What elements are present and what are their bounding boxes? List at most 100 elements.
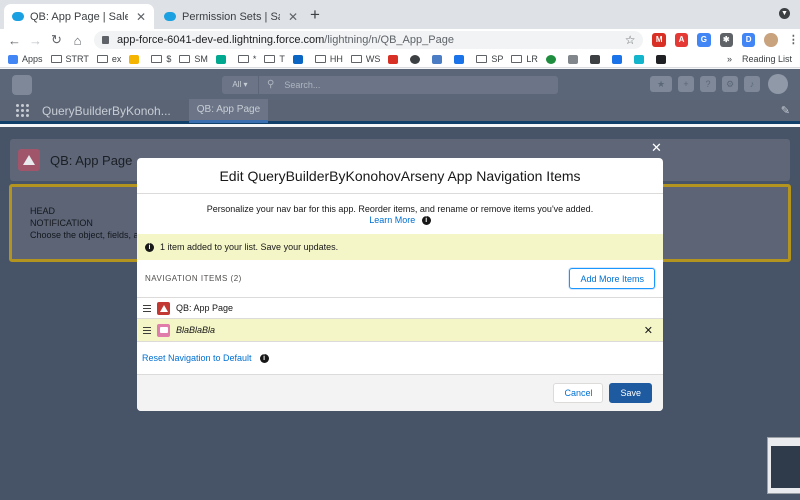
site-icon — [215, 54, 226, 64]
nav-tab-label: QB: App Page — [196, 103, 261, 115]
browser-tab-permission-sets[interactable]: Permission Sets | Salesforce ✕ — [156, 4, 306, 29]
reload-icon[interactable]: ↻ — [46, 32, 67, 48]
global-actions-plus-icon[interactable]: + — [678, 76, 694, 92]
edit-nav-pencil-icon[interactable]: ✎ — [781, 104, 790, 117]
screenshot-thumbnail[interactable] — [767, 437, 800, 494]
folder-icon — [314, 55, 326, 63]
bookmark-sp[interactable]: SP — [476, 54, 503, 64]
learn-more-link[interactable]: Learn More — [369, 215, 415, 225]
app-launcher-icon[interactable] — [16, 103, 30, 118]
help-icon[interactable]: ? — [700, 76, 716, 92]
bookmark-site-teal[interactable] — [633, 54, 648, 64]
bookmark-lr[interactable]: LR — [511, 54, 538, 64]
bookmark-ws[interactable]: WS — [350, 54, 380, 64]
folder-icon — [476, 55, 488, 63]
org-logo-icon[interactable] — [12, 74, 32, 95]
bookmarks-overflow-button[interactable]: » — [727, 54, 732, 64]
save-button[interactable]: Save — [609, 383, 652, 403]
adblock-extension-icon[interactable]: A — [674, 33, 689, 47]
salesforce-cloud-icon — [12, 12, 24, 21]
bookmark-ex[interactable]: ex — [96, 54, 121, 64]
browser-menu-icon[interactable]: ▼ — [779, 8, 790, 19]
nav-tab-qb-app-page[interactable]: QB: App Page — [188, 98, 269, 123]
reading-list-label: Reading List — [741, 54, 792, 64]
nav-item-blablabla[interactable]: BlaBlaBla ✕ — [137, 318, 663, 342]
docs-extension-icon[interactable]: D — [741, 33, 756, 47]
modal-intro: Personalize your nav bar for this app. R… — [137, 194, 663, 226]
thumbnail-preview — [771, 446, 800, 488]
translate-extension-icon[interactable]: G — [697, 33, 711, 47]
extensions-puzzle-icon[interactable]: ✱ — [719, 33, 733, 47]
bookmark-site-r[interactable] — [432, 54, 446, 64]
bookmark-label: * — [252, 54, 257, 64]
lock-icon — [102, 36, 109, 44]
site-icon — [611, 54, 622, 64]
bookmark-label: HH — [329, 54, 343, 64]
home-icon[interactable]: ⌂ — [67, 33, 88, 48]
reset-navigation-link[interactable]: Reset Navigation to Default — [142, 353, 252, 363]
forward-icon[interactable]: → — [25, 33, 46, 48]
bookmark-label: LR — [526, 54, 538, 64]
add-more-items-button[interactable]: Add More Items — [569, 268, 655, 289]
search-scope-select[interactable]: All ▾ — [222, 75, 258, 94]
bookmark-sm[interactable]: SM — [179, 54, 208, 64]
bookmark-site-dark[interactable] — [655, 54, 670, 64]
bookmark-strt[interactable]: STRT — [50, 54, 89, 64]
browser-toolbar: ← → ↻ ⌂ app-force-6041-dev-ed.lightning.… — [0, 29, 800, 51]
linkedin-icon — [292, 54, 303, 64]
reading-list-button[interactable]: Reading List — [742, 54, 792, 64]
bookmark-site-green[interactable] — [545, 54, 560, 64]
notifications-bell-icon[interactable]: ♪ — [744, 76, 760, 92]
bookmark-label: $ — [166, 54, 172, 64]
folder-icon — [50, 55, 62, 63]
bookmark-t[interactable]: T — [264, 54, 285, 64]
apps-grid-icon — [8, 54, 18, 64]
tab-title: QB: App Page | Salesforce — [30, 10, 128, 23]
folder-icon — [151, 55, 163, 63]
remove-item-icon[interactable]: ✕ — [644, 324, 653, 337]
folder-icon — [157, 323, 170, 337]
bookmark-apps[interactable]: Apps — [8, 54, 43, 64]
more-menu-icon[interactable]: ⋮ — [786, 33, 800, 47]
info-icon[interactable]: i — [421, 216, 431, 226]
drag-handle-icon[interactable] — [143, 326, 151, 334]
info-icon: i — [145, 242, 154, 252]
nav-item-qb-app-page[interactable]: QB: App Page — [137, 297, 663, 318]
bookmark-hh[interactable]: HH — [314, 54, 343, 64]
favorites-star-icon[interactable]: ★ — [650, 76, 672, 92]
profile-avatar[interactable] — [764, 33, 778, 47]
back-icon[interactable]: ← — [4, 33, 25, 48]
bookmark-star[interactable]: * — [237, 54, 257, 64]
modal-close-icon[interactable]: ✕ — [651, 140, 662, 156]
bookmark-site-yellow[interactable] — [129, 54, 143, 64]
globe-icon — [410, 54, 421, 64]
reset-row: Reset Navigation to Default i — [137, 342, 663, 374]
global-search-input[interactable]: ⚲ Search... — [258, 75, 558, 94]
bookmark-site-m-gray[interactable] — [567, 54, 582, 64]
bookmark-site-m[interactable] — [215, 54, 230, 64]
bookmark-site-globe[interactable] — [410, 54, 424, 64]
setup-gear-icon[interactable]: ⚙ — [722, 76, 738, 92]
address-bar[interactable]: app-force-6041-dev-ed.lightning.force.co… — [94, 31, 644, 49]
bookmarks-bar: Apps STRT ex $ SM * T HH WS SP LR » Read… — [0, 51, 800, 68]
bookmark-linkedin[interactable] — [292, 54, 307, 64]
new-tab-button[interactable]: + — [310, 5, 320, 25]
user-avatar[interactable] — [768, 74, 788, 94]
bookmark-site-red[interactable] — [388, 54, 402, 64]
close-tab-icon[interactable]: ✕ — [288, 10, 298, 24]
cancel-button[interactable]: Cancel — [553, 383, 604, 403]
info-icon[interactable]: i — [259, 353, 269, 363]
app-navigation-bar: QueryBuilderByKonoh... QB: App Page ✎ — [0, 98, 800, 124]
gmail-extension-icon[interactable]: M — [652, 33, 666, 47]
close-tab-icon[interactable]: ✕ — [136, 10, 146, 24]
modal-title: Edit QueryBuilderByKonohovArseny App Nav… — [137, 158, 663, 194]
site-icon — [129, 54, 140, 64]
salesforce-cloud-icon — [164, 12, 176, 21]
bookmark-site-k[interactable] — [611, 54, 626, 64]
bookmark-site-sigma[interactable] — [589, 54, 604, 64]
browser-tab-qb-app-page[interactable]: QB: App Page | Salesforce ✕ — [4, 4, 154, 29]
bookmark-site-blue[interactable] — [454, 54, 468, 64]
bookmark-dollar[interactable]: $ — [151, 54, 171, 64]
bookmark-star-icon[interactable]: ☆ — [625, 33, 636, 47]
drag-handle-icon[interactable] — [143, 304, 151, 312]
